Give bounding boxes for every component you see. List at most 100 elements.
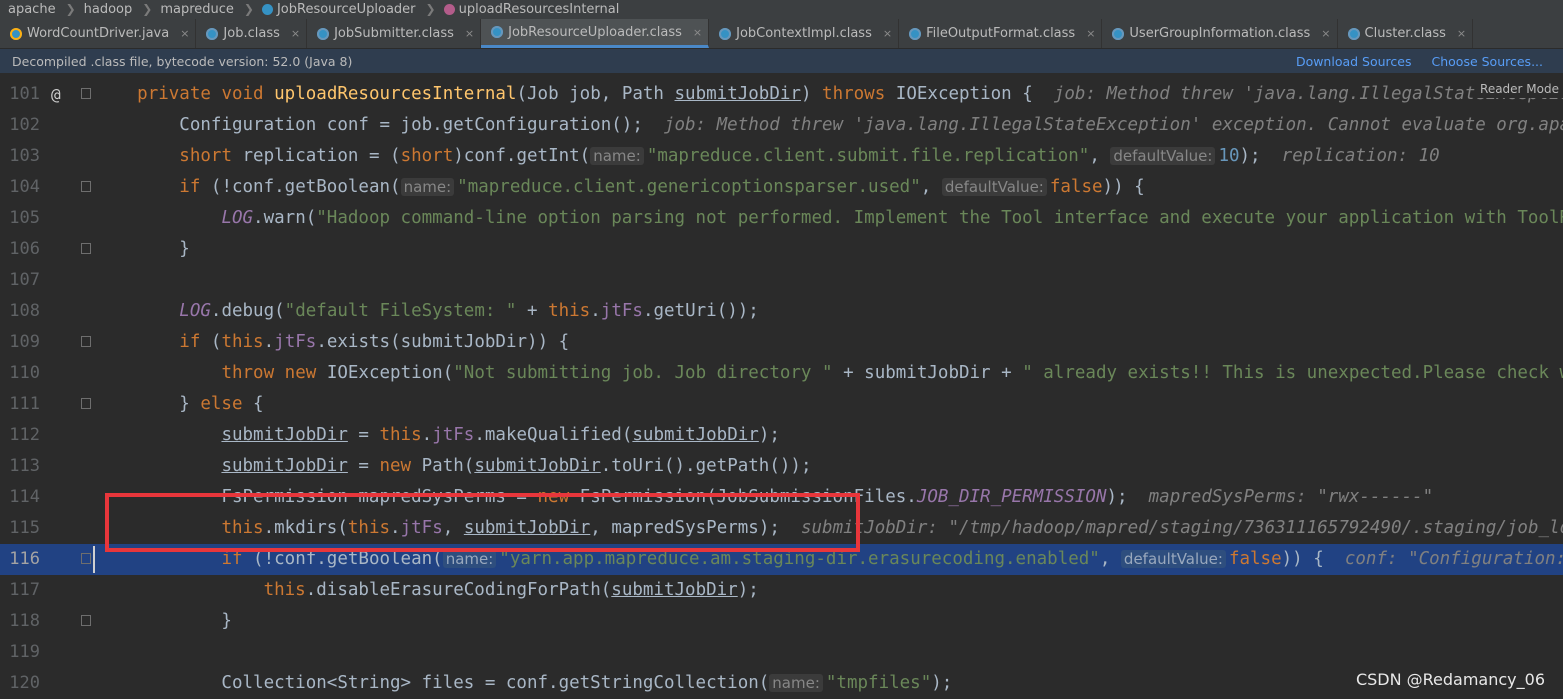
class-icon	[261, 3, 273, 15]
code-line[interactable]: 106 }	[0, 234, 1563, 265]
breadcrumb-item[interactable]: mapreduce ❯	[152, 2, 254, 17]
reader-mode-button[interactable]: Reader Mode	[1476, 80, 1563, 98]
code-token: "yarn.app.mapreduce.am.staging-dir.erasu…	[499, 549, 1100, 569]
code-token: .toUri().getPath());	[600, 456, 812, 476]
code-line[interactable]: 103 short replication = (short)conf.getI…	[0, 141, 1563, 172]
breadcrumb-label: apache	[8, 1, 56, 17]
code-line[interactable]: 101 @ private void uploadResourcesInterna…	[0, 79, 1563, 110]
code-line[interactable]: 112 submitJobDir = this.jtFs.makeQualifi…	[0, 420, 1563, 451]
code-line[interactable]: 120 Collection<String> files = conf.getS…	[0, 668, 1563, 699]
choose-sources-link[interactable]: Choose Sources...	[1432, 54, 1544, 69]
close-icon[interactable]: ×	[1457, 27, 1466, 40]
code-token: false	[1228, 549, 1282, 569]
line-number: 103	[9, 146, 40, 166]
breadcrumb-item[interactable]: uploadResourcesInternal	[436, 1, 620, 17]
code-token: private	[137, 84, 222, 104]
code-line[interactable]: 104 if (!conf.getBoolean(name: "mapreduce…	[0, 172, 1563, 203]
code-line[interactable]: 110 throw new IOException("Not submittin…	[0, 358, 1563, 389]
code-line[interactable]: 111 } else {	[0, 389, 1563, 420]
code-token: ,	[1099, 549, 1121, 569]
close-icon[interactable]: ×	[465, 27, 474, 40]
code-token: ,	[1089, 146, 1111, 166]
code-text: this.disableErasureCodingForPath(submitJ…	[95, 575, 1563, 606]
code-line[interactable]: 118 }	[0, 606, 1563, 637]
close-icon[interactable]: ×	[693, 26, 702, 39]
close-icon[interactable]: ×	[883, 27, 892, 40]
editor-tab[interactable]: WordCountDriver.java ×	[0, 19, 197, 48]
watermark: CSDN @Redamancy_06	[1355, 670, 1545, 689]
code-token: throws	[822, 84, 896, 104]
code-editor[interactable]: 101 @ private void uploadResourcesInterna…	[0, 79, 1563, 699]
code-token: );	[758, 425, 780, 445]
code-token: .disableErasureCodingForPath(	[305, 580, 612, 600]
editor-tab[interactable]: UserGroupInformation.class ×	[1102, 19, 1338, 48]
close-icon[interactable]: ×	[291, 27, 300, 40]
editor-tab[interactable]: FileOutputFormat.class ×	[899, 19, 1103, 48]
code-token: LOG	[179, 301, 211, 321]
code-token: }	[95, 394, 201, 414]
code-token: .exists(submitJobDir)) {	[316, 332, 570, 352]
download-sources-link[interactable]: Download Sources	[1296, 54, 1412, 69]
editor-tab[interactable]: Cluster.class ×	[1338, 19, 1474, 48]
line-number: 112	[9, 425, 40, 445]
code-line[interactable]: 107	[0, 265, 1563, 296]
code-line[interactable]: 102 Configuration conf = job.getConfigur…	[0, 110, 1563, 141]
breadcrumb-item[interactable]: apache ❯	[0, 2, 76, 17]
editor-tab[interactable]: JobContextImpl.class ×	[709, 19, 900, 48]
editor-tab[interactable]: JobSubmitter.class ×	[307, 19, 482, 48]
code-text: throw new IOException("Not submitting jo…	[95, 358, 1563, 389]
code-line[interactable]: 108 LOG.debug("default FileSystem: " + t…	[0, 296, 1563, 327]
close-icon[interactable]: ×	[180, 27, 189, 40]
close-icon[interactable]: ×	[1086, 27, 1095, 40]
code-token: this	[221, 332, 264, 352]
code-token: Configuration conf = job.getConfiguratio…	[95, 115, 664, 135]
code-line[interactable]: 113 submitJobDir = new Path(submitJobDir…	[0, 451, 1563, 482]
fold-icon[interactable]	[81, 181, 91, 192]
close-icon[interactable]: ×	[1321, 27, 1330, 40]
chevron-right-icon: ❯	[142, 2, 153, 16]
line-number: 110	[9, 363, 40, 383]
code-token: )) {	[1281, 549, 1345, 569]
fold-icon[interactable]	[81, 88, 91, 99]
chevron-right-icon: ❯	[65, 2, 76, 16]
fold-icon[interactable]	[81, 553, 91, 564]
code-token: LOG	[221, 208, 254, 228]
code-line[interactable]: 109 if (this.jtFs.exists(submitJobDir)) …	[0, 327, 1563, 358]
code-token: =	[347, 456, 380, 476]
breadcrumb-item[interactable]: JobResourceUploader ❯	[254, 2, 436, 17]
code-token: jtFs	[274, 332, 317, 352]
code-token: (!conf.getBoolean(	[253, 549, 443, 569]
parameter-hint: defaultValue:	[941, 178, 1047, 196]
line-number: 113	[9, 456, 40, 476]
line-number: 107	[9, 270, 40, 290]
fold-icon[interactable]	[81, 615, 91, 626]
code-line[interactable]: 119	[0, 637, 1563, 668]
code-token: short	[179, 146, 243, 166]
code-token: =	[347, 425, 380, 445]
code-text: }	[95, 234, 1563, 265]
code-token: )) {	[1102, 177, 1145, 197]
code-token: .makeQualified(	[474, 425, 633, 445]
breadcrumb-item[interactable]: hadoop ❯	[76, 2, 153, 17]
code-line[interactable]: 105 LOG.warn("Hadoop command-line option…	[0, 203, 1563, 234]
line-number: 106	[9, 239, 40, 259]
code-token: );	[931, 673, 953, 693]
breadcrumb-label: uploadResourcesInternal	[458, 1, 620, 17]
editor-tab[interactable]: JobResourceUploader.class ×	[481, 19, 710, 48]
code-token: .warn(	[253, 208, 317, 228]
code-token: (	[210, 332, 222, 352]
code-line[interactable]: 117 this.disableErasureCodingForPath(sub…	[0, 575, 1563, 606]
code-text: LOG.warn("Hadoop command-line option par…	[95, 203, 1563, 234]
class-file-icon	[491, 26, 504, 38]
fold-icon[interactable]	[81, 336, 91, 347]
override-icon[interactable]: @	[51, 79, 61, 110]
line-number: 116	[9, 549, 40, 569]
code-token: replication: 10	[1281, 146, 1440, 166]
fold-icon[interactable]	[81, 243, 91, 254]
fold-icon[interactable]	[81, 398, 91, 409]
highlight-annotation-box	[105, 493, 860, 552]
editor-tab[interactable]: Job.class ×	[196, 19, 308, 48]
